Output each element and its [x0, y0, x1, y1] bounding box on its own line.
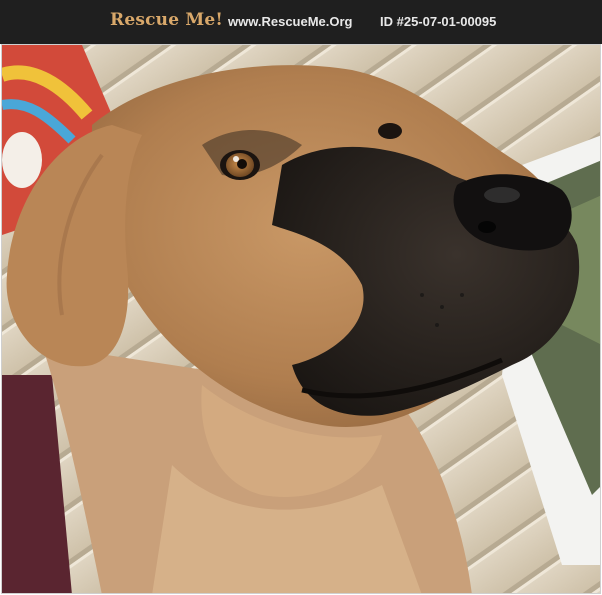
- site-url-link[interactable]: www.RescueMe.Org: [228, 14, 353, 29]
- dog-photo: [1, 44, 601, 594]
- site-header: Rescue Me! www.RescueMe.Org ID #25-07-01…: [0, 0, 602, 44]
- brand-logo[interactable]: Rescue Me!: [110, 10, 223, 30]
- pet-id-label: ID #25-07-01-00095: [380, 14, 497, 29]
